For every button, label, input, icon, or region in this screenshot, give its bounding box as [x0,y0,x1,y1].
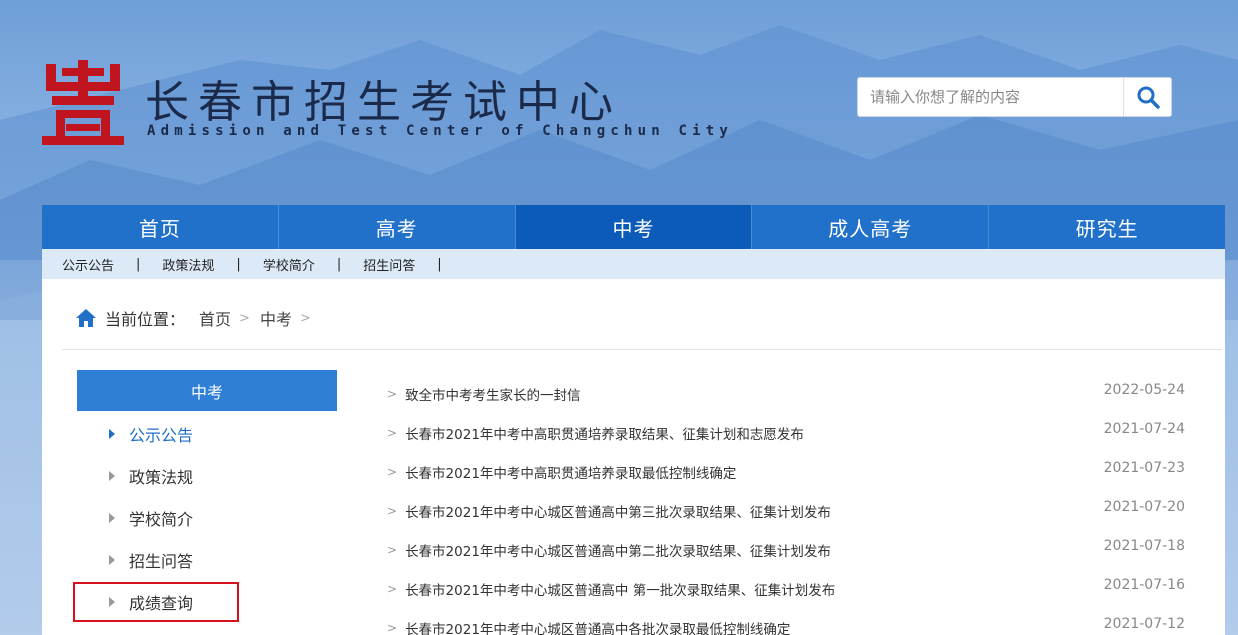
subnav-item-schools[interactable]: 学校简介 [263,255,315,274]
news-date: 2021-07-18 [1103,537,1185,554]
content-panel: 当前位置： 首页 > 中考 > 中考 公示公告 政策法规 学校简介 招生问答 成… [42,279,1225,635]
news-title[interactable]: 长春市2021年中考中高职贯通培养录取最低控制线确定 [405,462,736,482]
news-title[interactable]: 长春市2021年中考中心城区普通高中第二批次录取结果、征集计划发布 [405,540,831,560]
sub-nav: 公示公告 | 政策法规 | 学校简介 | 招生问答 | [42,249,1225,279]
sidebar-item-label: 公示公告 [129,426,194,445]
news-date: 2021-07-20 [1103,498,1185,515]
triangle-right-icon [109,555,115,565]
nav-item-home[interactable]: 首页 [42,205,279,249]
subnav-separator: | [236,256,241,272]
news-arrow: > [387,464,398,479]
changchun-logo-icon[interactable] [42,60,124,146]
news-arrow: > [387,425,398,440]
news-list: > 致全市中考考生家长的一封信 2022-05-24 > 长春市2021年中考中高职… [387,374,1185,635]
news-date: 2021-07-23 [1103,459,1185,476]
news-date: 2021-07-12 [1103,615,1185,632]
sidebar-header: 中考 [77,370,337,411]
sidebar-item-score-query[interactable]: 成绩查询 [77,581,337,623]
nav-item-adult-gaokao[interactable]: 成人高考 [752,205,990,249]
site-title: 长春市招生考试中心 [145,77,622,128]
breadcrumb-zhongkao[interactable]: 中考 [260,306,292,330]
sidebar-list: 公示公告 政策法规 学校简介 招生问答 成绩查询 [77,413,337,623]
home-icon [76,309,96,327]
sidebar-item-label: 招生问答 [129,552,194,571]
subnav-separator: | [336,256,342,272]
search-box [857,77,1172,117]
main-nav: 首页 高考 中考 成人高考 研究生 [42,205,1225,249]
news-arrow: > [387,386,398,401]
search-input[interactable] [858,78,1123,116]
breadcrumb-home[interactable]: 首页 [199,306,231,330]
news-title[interactable]: 致全市中考考生家长的一封信 [405,384,581,404]
breadcrumb-separator: > [299,310,311,326]
news-date: 2021-07-16 [1103,576,1185,593]
sidebar-item-announcements[interactable]: 公示公告 [77,413,337,455]
sidebar-item-label: 学校简介 [129,510,194,529]
content-divider [62,349,1222,350]
news-item[interactable]: > 长春市2021年中考中心城区普通高中第三批次录取结果、征集计划发布 2021-… [387,491,1185,530]
breadcrumb-prefix: 当前位置： [105,310,186,329]
sidebar-item-label: 政策法规 [129,468,194,487]
news-title[interactable]: 长春市2021年中考中心城区普通高中第三批次录取结果、征集计划发布 [405,501,831,521]
site-subtitle: Admission and Test Center of Changchun C… [147,123,734,139]
news-arrow: > [387,503,398,518]
news-arrow: > [387,620,398,635]
site-header: 长春市招生考试中心 Admission and Test Center of C… [0,0,1238,205]
news-item[interactable]: > 长春市2021年中考中心城区普通高中第二批次录取结果、征集计划发布 2021-… [387,530,1185,569]
sidebar-item-policies[interactable]: 政策法规 [77,455,337,497]
nav-item-zhongkao[interactable]: 中考 [515,205,753,249]
news-date: 2022-05-24 [1103,381,1185,398]
sidebar-item-schools[interactable]: 学校简介 [77,497,337,539]
news-item[interactable]: > 长春市2021年中考中心城区普通高中各批次录取最低控制线确定 2021-07-… [387,608,1185,635]
triangle-right-icon [109,471,115,481]
subnav-item-policies[interactable]: 政策法规 [162,255,214,274]
breadcrumb-separator: > [239,310,250,326]
search-icon [1137,86,1160,109]
sidebar-item-label: 成绩查询 [129,594,194,613]
news-arrow: > [387,581,398,596]
news-title[interactable]: 长春市2021年中考中心城区普通高中各批次录取最低控制线确定 [405,618,790,635]
subnav-item-faq[interactable]: 招生问答 [363,255,415,274]
triangle-right-icon [109,597,115,607]
sidebar-item-faq[interactable]: 招生问答 [77,539,337,581]
news-date: 2021-07-24 [1103,420,1185,437]
search-button[interactable] [1123,78,1171,116]
news-arrow: > [387,542,398,557]
news-item[interactable]: > 长春市2021年中考中高职贯通培养录取最低控制线确定 2021-07-23 [387,452,1185,491]
breadcrumb: 当前位置： 首页 > 中考 > [75,306,321,330]
news-title[interactable]: 长春市2021年中考中心城区普通高中 第一批次录取结果、征集计划发布 [405,579,835,599]
subnav-item-announcements[interactable]: 公示公告 [62,255,114,274]
nav-item-postgraduate[interactable]: 研究生 [989,205,1225,249]
subnav-separator: | [136,256,141,272]
news-item[interactable]: > 长春市2021年中考中高职贯通培养录取结果、征集计划和志愿发布 2021-07… [387,413,1185,452]
subnav-separator: | [437,256,442,272]
triangle-right-icon [109,429,115,439]
news-item[interactable]: > 长春市2021年中考中心城区普通高中 第一批次录取结果、征集计划发布 2021… [387,569,1185,608]
nav-item-gaokao[interactable]: 高考 [279,205,516,249]
news-title[interactable]: 长春市2021年中考中高职贯通培养录取结果、征集计划和志愿发布 [405,423,804,443]
news-item[interactable]: > 致全市中考考生家长的一封信 2022-05-24 [387,374,1185,413]
triangle-right-icon [109,513,115,523]
